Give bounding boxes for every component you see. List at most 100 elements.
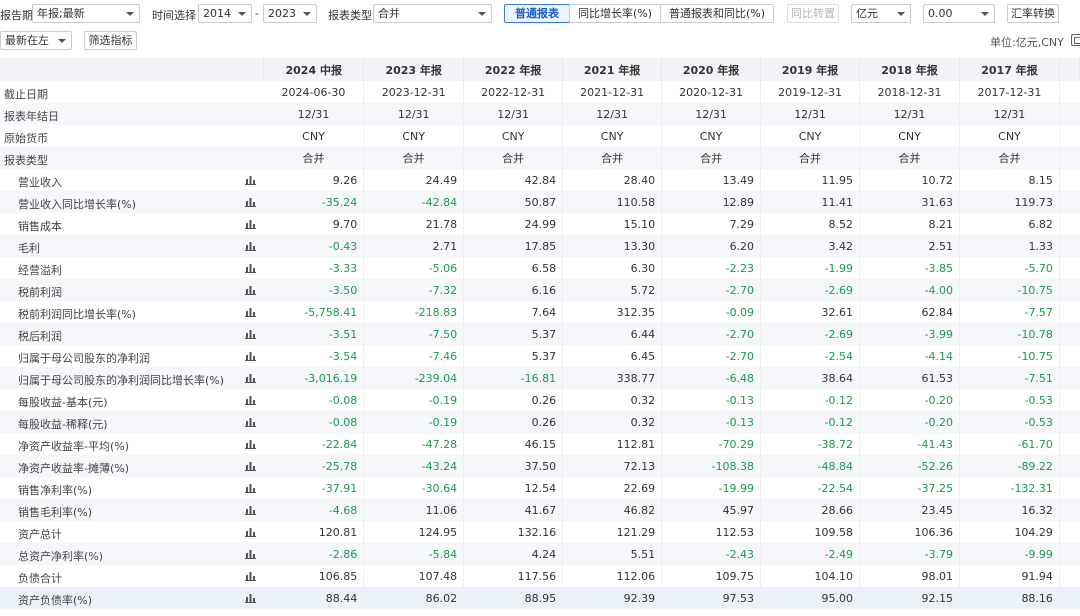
table-row[interactable]: 毛利 -0.43 2.71 17.85 13.30 6.20 3.42 2.51 1.33 bbox=[0, 235, 1080, 257]
table-cell: -42.84 bbox=[363, 191, 465, 213]
table-row[interactable]: 每股收益-稀释(元) -0.08 -0.19 0.26 0.32 -0.13 -0.12 -0… bbox=[0, 411, 1080, 433]
bar-chart-icon[interactable] bbox=[244, 218, 256, 229]
year-to-select[interactable]: 2023 bbox=[263, 4, 317, 23]
table-cell: 11.95 bbox=[760, 169, 861, 191]
table-cell: 2019-12-31 bbox=[760, 81, 861, 103]
spacer-cell bbox=[1059, 477, 1079, 499]
column-header[interactable]: 2024 中报 bbox=[263, 58, 365, 81]
toolbar-second: 最新在左 筛选指标 单位:亿元,CNY bbox=[0, 28, 1080, 54]
tab-normal-report[interactable]: 普通报表 bbox=[504, 4, 570, 23]
bar-chart-icon[interactable] bbox=[244, 482, 256, 493]
table-row[interactable]: 归属于母公司股东的净利润 -3.54 -7.46 5.37 6.45 -2.70 -2.54… bbox=[0, 345, 1080, 367]
order-value: 最新在左 bbox=[5, 34, 49, 47]
table-cell: 13.30 bbox=[562, 235, 663, 257]
bar-chart-icon[interactable] bbox=[244, 240, 256, 251]
table-cell: -2.23 bbox=[661, 257, 762, 279]
column-header[interactable]: 2018 年报 bbox=[859, 58, 960, 81]
bar-chart-icon[interactable] bbox=[244, 504, 256, 515]
bar-chart-icon[interactable] bbox=[244, 460, 256, 471]
bar-chart-icon[interactable] bbox=[244, 350, 256, 361]
bar-chart-icon[interactable] bbox=[244, 526, 256, 537]
bar-chart-icon[interactable] bbox=[244, 328, 256, 339]
tab-report-and-yoy[interactable]: 普通报表和同比(%) bbox=[660, 4, 774, 23]
export-icon[interactable] bbox=[1071, 34, 1080, 46]
chevron-down-icon bbox=[126, 12, 134, 16]
table-cell: 16.32 bbox=[959, 499, 1060, 521]
bar-chart-icon[interactable] bbox=[244, 548, 256, 559]
time-label: 时间选择 bbox=[152, 9, 196, 22]
column-header[interactable]: 2019 年报 bbox=[760, 58, 861, 81]
table-row[interactable]: 税前利润同比增长率(%) -5,758.41 -218.83 7.64 312.35 -0… bbox=[0, 301, 1080, 323]
table-cell: 22.69 bbox=[562, 477, 663, 499]
bar-chart-icon[interactable] bbox=[244, 438, 256, 449]
table-row[interactable]: 净资产收益率-摊薄(%) -25.78 -43.24 37.50 72.13 -108.3… bbox=[0, 455, 1080, 477]
table-cell: 12/31 bbox=[263, 103, 365, 125]
table-row[interactable]: 营业收入 9.26 24.49 42.84 28.40 13.49 11.95 10.72 8.… bbox=[0, 169, 1080, 191]
table-cell: 32.61 bbox=[760, 301, 861, 323]
order-select[interactable]: 最新在左 bbox=[0, 31, 72, 50]
row-label-text: 净资产收益率-平均(%) bbox=[18, 440, 130, 453]
row-label: 毛利 bbox=[0, 235, 264, 257]
table-row[interactable]: 税后利润 -3.51 -7.50 5.37 6.44 -2.70 -2.69 -3.99 -10… bbox=[0, 323, 1080, 345]
table-row[interactable]: 资产负债率(%) 88.44 86.02 88.95 92.39 97.53 95.00 92… bbox=[0, 587, 1080, 609]
table-row[interactable]: 每股收益-基本(元) -0.08 -0.19 0.26 0.32 -0.13 -0.12 -0… bbox=[0, 389, 1080, 411]
table-row[interactable]: 税前利润 -3.50 -7.32 6.16 5.72 -2.70 -2.69 -4.00 -10… bbox=[0, 279, 1080, 301]
table-cell: -16.81 bbox=[463, 367, 564, 389]
year-from-select[interactable]: 2014 bbox=[198, 4, 252, 23]
bar-chart-icon[interactable] bbox=[244, 372, 256, 383]
table-row[interactable]: 销售成本 9.70 21.78 24.99 15.10 7.29 8.52 8.21 6.82 bbox=[0, 213, 1080, 235]
column-header[interactable]: 2021 年报 bbox=[562, 58, 663, 81]
table-cell: 112.81 bbox=[562, 433, 663, 455]
table-cell: 12/31 bbox=[760, 103, 861, 125]
bar-chart-icon[interactable] bbox=[244, 196, 256, 207]
table-row[interactable]: 资产总计 120.81 124.95 132.16 121.29 112.53 109.58… bbox=[0, 521, 1080, 543]
bar-chart-icon[interactable] bbox=[244, 174, 256, 185]
bar-chart-icon[interactable] bbox=[244, 262, 256, 273]
table-cell: 41.67 bbox=[463, 499, 564, 521]
table-row[interactable]: 净资产收益率-平均(%) -22.84 -47.28 46.15 112.81 -70.2… bbox=[0, 433, 1080, 455]
table-cell: 12.54 bbox=[463, 477, 564, 499]
bar-chart-icon[interactable] bbox=[244, 306, 256, 317]
table-cell: 124.95 bbox=[363, 521, 465, 543]
table-cell: 1.33 bbox=[959, 235, 1060, 257]
table-cell: 11.41 bbox=[760, 191, 861, 213]
table-row[interactable]: 归属于母公司股东的净利润同比增长率(%) -3,016.19 -239.04 -16.… bbox=[0, 367, 1080, 389]
table-cell: CNY bbox=[562, 125, 663, 147]
row-label: 销售毛利率(%) bbox=[0, 499, 264, 521]
report-type-select[interactable]: 合并 bbox=[373, 4, 492, 23]
table-cell: 92.15 bbox=[859, 587, 960, 609]
decimal-select[interactable]: 0.00 bbox=[923, 4, 995, 23]
year-to-value: 2023 bbox=[268, 7, 296, 20]
filter-indicators-button[interactable]: 筛选指标 bbox=[84, 31, 137, 50]
report-period-select[interactable]: 年报;最新 bbox=[32, 4, 140, 23]
table-cell: -35.24 bbox=[263, 191, 365, 213]
table-row[interactable]: 营业收入同比增长率(%) -35.24 -42.84 50.87 110.58 12.89… bbox=[0, 191, 1080, 213]
bar-chart-icon[interactable] bbox=[244, 284, 256, 295]
bar-chart-icon[interactable] bbox=[244, 592, 256, 603]
yoy-convert-button[interactable]: 同比转置 bbox=[787, 4, 839, 23]
fx-convert-button[interactable]: 汇率转换 bbox=[1007, 4, 1059, 23]
table-row[interactable]: 销售净利率(%) -37.91 -30.64 12.54 22.69 -19.99 -22.… bbox=[0, 477, 1080, 499]
table-row[interactable]: 销售毛利率(%) -4.68 11.06 41.67 46.82 45.97 28.66 23… bbox=[0, 499, 1080, 521]
unit-select[interactable]: 亿元 bbox=[851, 4, 911, 23]
row-label: 销售净利率(%) bbox=[0, 477, 264, 499]
bar-chart-icon[interactable] bbox=[244, 570, 256, 581]
table-cell: -10.78 bbox=[959, 323, 1060, 345]
table-row[interactable]: 负债合计 106.85 107.48 117.56 112.06 109.75 104.10… bbox=[0, 565, 1080, 587]
bar-chart-icon[interactable] bbox=[244, 394, 256, 405]
table-cell: -89.22 bbox=[959, 455, 1060, 477]
table-row[interactable]: 总资产净利率(%) -2.86 -5.84 4.24 5.51 -2.43 -2.49 -3.… bbox=[0, 543, 1080, 565]
column-header[interactable]: 2020 年报 bbox=[661, 58, 762, 81]
row-label-text: 税前利润同比增长率(%) bbox=[18, 308, 137, 321]
column-header[interactable]: 2017 年报 bbox=[959, 58, 1060, 81]
table-row[interactable]: 经营溢利 -3.33 -5.06 6.58 6.30 -2.23 -1.99 -3.85 -5.… bbox=[0, 257, 1080, 279]
bar-chart-icon[interactable] bbox=[244, 416, 256, 427]
column-header[interactable]: 2022 年报 bbox=[463, 58, 564, 81]
column-header[interactable]: 2023 年报 bbox=[363, 58, 465, 81]
table-cell: 2020-12-31 bbox=[661, 81, 762, 103]
decimal-value: 0.00 bbox=[928, 7, 953, 20]
table-cell: 23.45 bbox=[859, 499, 960, 521]
spacer-cell bbox=[1059, 389, 1079, 411]
tab-yoy-rate[interactable]: 同比增长率(%) bbox=[569, 4, 661, 23]
table-cell: -3.51 bbox=[263, 323, 365, 345]
